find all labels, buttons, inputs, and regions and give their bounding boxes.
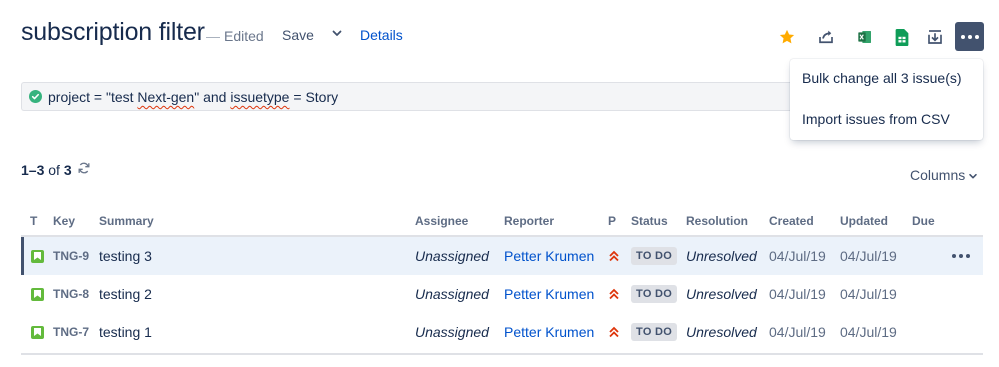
priority-highest-icon: [609, 237, 619, 275]
table-row[interactable]: TNG-7 testing 1 Unassigned Petter Krumen…: [21, 313, 983, 351]
issue-created-date: 04/Jul/19: [769, 286, 826, 302]
issue-created-date: 04/Jul/19: [769, 324, 826, 340]
status-lozenge-cell: TO DO: [631, 237, 678, 275]
edited-dash: —: [206, 28, 220, 44]
issue-type-story: [31, 313, 44, 351]
check-circle-icon: [29, 90, 42, 103]
excel-export-button[interactable]: [852, 24, 878, 50]
more-actions-button[interactable]: [955, 22, 984, 51]
column-header-priority[interactable]: P: [608, 214, 616, 228]
google-sheets-button[interactable]: [889, 24, 915, 50]
column-header-reporter[interactable]: Reporter: [504, 214, 554, 228]
table-row[interactable]: TNG-9 testing 3 Unassigned Petter Krumen…: [21, 237, 983, 275]
table-bottom-divider: [21, 353, 983, 355]
query-part: project = "test: [48, 89, 138, 105]
issue-reporter-link[interactable]: Petter Krumen: [504, 275, 594, 313]
column-header-summary[interactable]: Summary: [99, 214, 154, 228]
issue-key-link[interactable]: TNG-8: [53, 275, 89, 313]
more-actions-menu: Bulk change all 3 issue(s) Import issues…: [790, 59, 983, 140]
story-icon: [31, 249, 44, 263]
details-link[interactable]: Details: [360, 27, 403, 43]
issue-resolution: Unresolved: [686, 286, 757, 302]
issue-updated-date: 04/Jul/19: [840, 248, 897, 264]
jql-query-field[interactable]: project = "test Next-gen" and issuetype …: [21, 82, 821, 111]
google-sheets-icon: [895, 28, 909, 46]
results-total: 3: [63, 162, 72, 178]
results-range: 1–3: [21, 162, 45, 178]
status-badge: TO DO: [631, 247, 678, 265]
query-part: " and: [194, 89, 231, 105]
filter-title: subscription filter: [21, 18, 205, 46]
export-icon: [928, 30, 942, 44]
issue-updated-date: 04/Jul/19: [840, 324, 897, 340]
story-icon: [31, 287, 44, 301]
menu-item-bulk-change[interactable]: Bulk change all 3 issue(s): [790, 62, 983, 94]
jql-query-text: project = "test Next-gen" and issuetype …: [48, 89, 338, 105]
menu-item-import-csv[interactable]: Import issues from CSV: [790, 103, 983, 135]
query-part: = Story: [289, 89, 339, 105]
issue-summary-link[interactable]: testing 2: [99, 275, 152, 313]
issue-reporter-link[interactable]: Petter Krumen: [504, 237, 594, 275]
column-header-assignee[interactable]: Assignee: [415, 214, 468, 228]
query-misspelled-word: issuetype: [230, 89, 290, 105]
column-header-resolution[interactable]: Resolution: [686, 214, 748, 228]
more-icon-dot: [974, 34, 979, 39]
issue-created-date: 04/Jul/19: [769, 248, 826, 264]
issue-assignee: Unassigned: [415, 248, 489, 264]
more-icon: [960, 34, 965, 39]
priority-highest-icon: [609, 275, 619, 313]
share-button[interactable]: [813, 24, 839, 50]
results-count: 1–3 of 3: [21, 162, 72, 178]
columns-button[interactable]: Columns: [910, 167, 979, 183]
status-lozenge-cell: TO DO: [631, 275, 678, 313]
issue-summary-link[interactable]: testing 3: [99, 237, 152, 275]
edited-label: Edited: [224, 28, 264, 44]
issue-assignee: Unassigned: [415, 324, 489, 340]
chevron-down-icon: [969, 174, 978, 179]
status-badge: TO DO: [631, 285, 678, 303]
issue-type-story: [31, 275, 44, 313]
column-header-key[interactable]: Key: [53, 214, 75, 228]
column-header-updated[interactable]: Updated: [840, 214, 888, 228]
export-button[interactable]: [922, 24, 948, 50]
issue-summary-link[interactable]: testing 1: [99, 313, 152, 351]
issue-key-link[interactable]: TNG-9: [53, 237, 89, 275]
column-header-due[interactable]: Due: [912, 214, 935, 228]
row-actions-button[interactable]: [952, 237, 970, 275]
more-icon: [952, 254, 970, 258]
issue-type-story: [31, 237, 44, 275]
issue-resolution: Unresolved: [686, 248, 757, 264]
column-header-created[interactable]: Created: [769, 214, 814, 228]
priority-highest-icon: [609, 313, 619, 351]
issue-updated-date: 04/Jul/19: [840, 286, 897, 302]
share-icon: [819, 30, 833, 44]
table-row[interactable]: TNG-8 testing 2 Unassigned Petter Krumen…: [21, 275, 983, 313]
results-of-label: of: [48, 162, 60, 178]
save-button[interactable]: Save: [282, 27, 314, 43]
status-badge: TO DO: [631, 323, 678, 341]
story-icon: [31, 325, 44, 339]
issue-resolution: Unresolved: [686, 324, 757, 340]
star-icon: [779, 29, 795, 44]
refresh-icon[interactable]: [77, 161, 91, 175]
status-lozenge-cell: TO DO: [631, 313, 678, 351]
issue-assignee: Unassigned: [415, 286, 489, 302]
excel-export-icon: [858, 31, 871, 43]
issue-key-link[interactable]: TNG-7: [53, 313, 89, 351]
issue-reporter-link[interactable]: Petter Krumen: [504, 313, 594, 351]
chevron-down-icon[interactable]: [330, 26, 344, 40]
star-button[interactable]: [774, 24, 800, 50]
more-icon-dot: [967, 34, 972, 39]
query-misspelled-word: Next-gen: [137, 89, 195, 105]
columns-label: Columns: [910, 167, 966, 183]
column-header-type[interactable]: T: [30, 214, 37, 228]
edited-indicator: — Edited: [206, 28, 264, 44]
column-header-status[interactable]: Status: [631, 214, 668, 228]
